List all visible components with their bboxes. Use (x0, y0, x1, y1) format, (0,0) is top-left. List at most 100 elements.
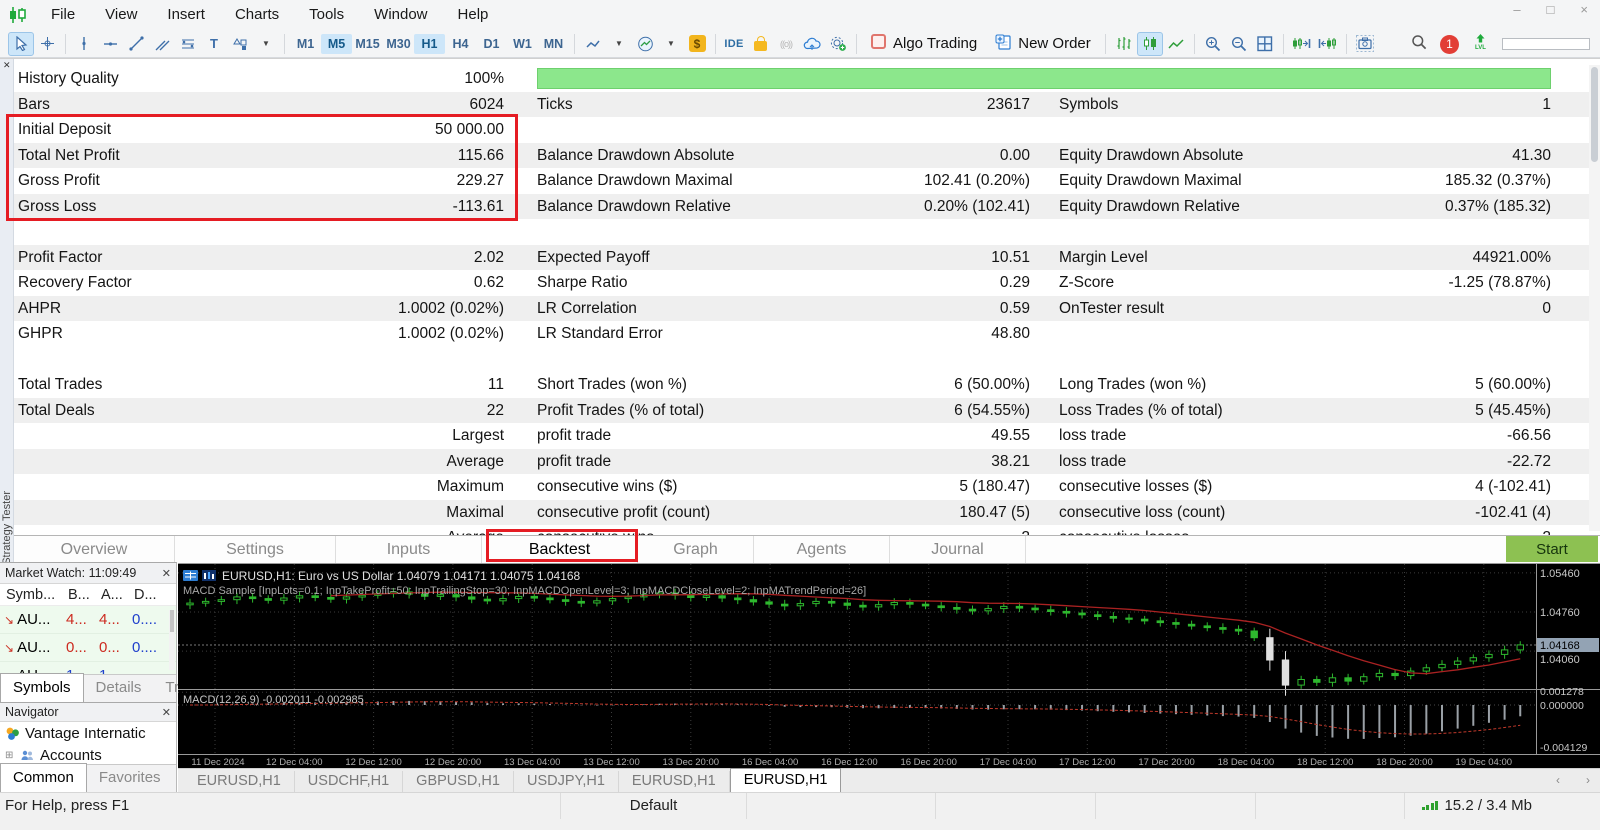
auto-scroll-icon[interactable] (1315, 32, 1341, 56)
trendline-icon[interactable] (123, 32, 149, 56)
start-button[interactable]: Start (1506, 536, 1598, 562)
stats-scrollbar-thumb[interactable] (1591, 67, 1598, 162)
close-window-icon[interactable]: × (1580, 2, 1588, 17)
chart-tab-scroll-right-icon[interactable]: › (1586, 773, 1590, 787)
chart-tab-4-eurusd-h1[interactable]: EURUSD,H1 (619, 771, 730, 792)
navigator-item[interactable]: Vantage Internatic (0, 722, 176, 744)
line-mode-icon[interactable] (1163, 32, 1189, 56)
timeframe-d1[interactable]: D1 (476, 34, 507, 54)
line-studies-icon[interactable] (580, 32, 606, 56)
stat-label: Total Net Profit (18, 143, 120, 169)
navigator-tab-favorites[interactable]: Favorites (87, 765, 173, 792)
market-watch-tab-symbols[interactable]: Symbols (0, 673, 84, 702)
market-icon[interactable] (747, 32, 773, 56)
zoom-out-icon[interactable] (1226, 32, 1252, 56)
timeframe-h1[interactable]: H1 (414, 34, 445, 54)
line-studies-dropdown-icon[interactable]: ▼ (606, 32, 632, 56)
cursor-icon[interactable] (8, 32, 34, 56)
channel-icon[interactable] (149, 32, 175, 56)
tester-tab-settings[interactable]: Settings (175, 536, 336, 563)
notification-badge[interactable]: 1 (1440, 35, 1459, 54)
shift-end-icon[interactable] (1289, 32, 1315, 56)
market-watch-column-header[interactable]: D... (134, 587, 172, 603)
algo-trading-button[interactable]: Algo Trading (862, 32, 986, 56)
search-icon[interactable] (1411, 34, 1427, 55)
timeframe-h4[interactable]: H4 (445, 34, 476, 54)
symbol-cell: ↘AU... (0, 639, 66, 656)
market-watch-row[interactable]: ↘AU...4...4...0.... (0, 606, 176, 634)
indicators-icon[interactable] (632, 32, 658, 56)
tester-tab-graph[interactable]: Graph (638, 536, 754, 563)
timeframe-mn[interactable]: MN (538, 34, 569, 54)
signals-icon[interactable]: ((o)) (773, 32, 799, 56)
menu-item-file[interactable]: File (36, 0, 90, 30)
menu-item-insert[interactable]: Insert (152, 0, 220, 30)
market-watch-column-header[interactable]: Symb... (0, 587, 68, 603)
menu-item-tools[interactable]: Tools (294, 0, 359, 30)
market-watch-column-header[interactable]: A... (101, 587, 134, 603)
stat-label: Sharpe Ratio (537, 270, 627, 296)
menu-item-window[interactable]: Window (359, 0, 442, 30)
tester-tab-backtest[interactable]: Backtest (482, 536, 638, 563)
chart-tab-0-eurusd-h1[interactable]: EURUSD,H1 (184, 771, 295, 792)
shapes-dropdown-icon[interactable]: ▼ (253, 32, 279, 56)
navigator-tab-common[interactable]: Common (0, 763, 87, 792)
status-profile[interactable]: Default (560, 793, 746, 819)
ide-icon[interactable]: IDE (721, 32, 747, 56)
market-watch-column-header[interactable]: B... (68, 587, 101, 603)
stat-label: LR Standard Error (537, 321, 663, 347)
new-order-button[interactable]: New Order (986, 32, 1100, 56)
chart-tab-3-usdjpy-h1[interactable]: USDJPY,H1 (514, 771, 619, 792)
stats-row: Averageconsecutive wins2consecutive loss… (14, 525, 1590, 535)
status-traffic[interactable]: 15.2 / 3.4 Mb (1404, 793, 1549, 819)
lvl-icon[interactable]: LVL (1472, 33, 1489, 55)
text-icon[interactable]: T (201, 32, 227, 56)
timeframe-m30[interactable]: M30 (383, 34, 414, 54)
currency-icon[interactable]: $ (684, 32, 710, 56)
stat-label: Bars (18, 92, 50, 118)
candles-mode-icon[interactable] (1137, 32, 1163, 56)
chart-tab-5-eurusd-h1[interactable]: EURUSD,H1 (730, 768, 842, 792)
tester-tab-inputs[interactable]: Inputs (336, 536, 482, 563)
market-watch-close-icon[interactable]: ✕ (162, 567, 171, 580)
zoom-in-icon[interactable] (1200, 32, 1226, 56)
tester-tab-journal[interactable]: Journal (890, 536, 1026, 563)
navigator-close-icon[interactable]: ✕ (162, 706, 171, 719)
menu-item-view[interactable]: View (90, 0, 152, 30)
chart-tab-2-gbpusd-h1[interactable]: GBPUSD,H1 (403, 771, 514, 792)
market-watch-tab-details[interactable]: Details (84, 675, 154, 702)
chart-tab-scroll-left-icon[interactable]: ‹ (1556, 773, 1560, 787)
minimize-window-icon[interactable]: – (1513, 2, 1520, 17)
tile-windows-icon[interactable] (1252, 32, 1278, 56)
stats-scrollbar[interactable] (1589, 65, 1600, 531)
market-watch-scrollbar[interactable] (169, 610, 175, 670)
crosshair-icon[interactable] (34, 32, 60, 56)
stat-value: 10.51 (714, 245, 1030, 271)
toolbar-separator (1346, 34, 1347, 54)
toolbar-separator (574, 34, 575, 54)
menu-item-help[interactable]: Help (443, 0, 504, 30)
chart-canvas[interactable]: 1.054601.047601.040601.041680.0012780.00… (178, 563, 1600, 768)
maximize-window-icon[interactable]: □ (1547, 2, 1555, 17)
timeframe-m5[interactable]: M5 (321, 34, 352, 54)
chart-tab-1-usdchf-h1[interactable]: USDCHF,H1 (295, 771, 403, 792)
cloud-icon[interactable] (799, 32, 825, 56)
stat-value: 115.66 (214, 143, 504, 169)
indicators-dropdown-icon[interactable]: ▼ (658, 32, 684, 56)
bars-mode-icon[interactable] (1111, 32, 1137, 56)
expand-icon[interactable]: ⊞ (5, 750, 15, 761)
timeframe-m1[interactable]: M1 (290, 34, 321, 54)
horizontal-line-icon[interactable] (97, 32, 123, 56)
shapes-icon[interactable] (227, 32, 253, 56)
menu-item-charts[interactable]: Charts (220, 0, 294, 30)
timeframe-w1[interactable]: W1 (507, 34, 538, 54)
tester-close-icon[interactable]: ✕ (3, 60, 11, 71)
vps-icon[interactable] (825, 32, 851, 56)
tester-tab-agents[interactable]: Agents (754, 536, 890, 563)
screenshot-icon[interactable] (1352, 32, 1378, 56)
tester-tab-overview[interactable]: Overview (14, 536, 175, 563)
timeframe-m15[interactable]: M15 (352, 34, 383, 54)
fibonacci-icon[interactable] (175, 32, 201, 56)
market-watch-row[interactable]: ↘AU...0...0...0.... (0, 634, 176, 662)
vertical-line-icon[interactable] (71, 32, 97, 56)
